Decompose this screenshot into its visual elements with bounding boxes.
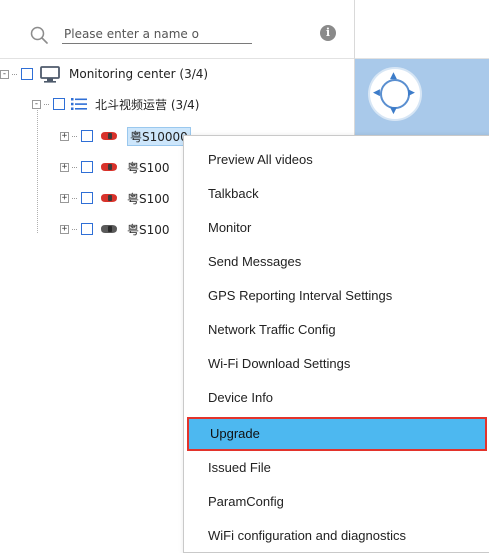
video-area: ▲ ▼ ◀ ▶ [355,59,489,139]
menu-item-wifi-configuration-diagnostics[interactable]: WiFi configuration and diagnostics [184,519,489,553]
ptz-left-arrow-icon[interactable]: ◀ [373,89,380,98]
tree-node-device[interactable]: + 粤S100 [60,187,170,209]
tree-node-device[interactable]: + 粤S10000 [60,125,191,147]
ptz-control-icon[interactable]: ▲ ▼ ◀ ▶ [370,69,420,119]
tree-node-device[interactable]: + 粤S100 [60,156,170,178]
group-checkbox[interactable] [53,98,65,110]
menu-item-upgrade[interactable]: Upgrade [187,417,487,451]
ptz-center-button[interactable] [380,79,410,109]
monitoring-center-checkbox[interactable] [21,68,33,80]
collapse-toggle[interactable]: - [0,69,9,79]
device-label: 粤S100 [127,160,170,175]
ptz-up-arrow-icon[interactable]: ▲ [390,72,397,81]
tree-connector [44,103,49,105]
expand-toggle[interactable]: + [60,193,69,203]
menu-item-issued-file[interactable]: Issued File [184,451,489,485]
menu-item-send-messages[interactable]: Send Messages [184,245,489,279]
expand-toggle[interactable]: + [60,131,69,141]
device-label: 粤S100 [127,191,170,206]
tree-node-monitoring-center[interactable]: - Monitoring center (3/4) [0,63,208,85]
tree-guide-line [37,105,38,233]
device-checkbox[interactable] [81,130,93,142]
monitoring-center-label: Monitoring center (3/4) [69,67,209,81]
ptz-down-arrow-icon[interactable]: ▼ [390,107,397,116]
device-context-menu: Preview All videos Talkback Monitor Send… [183,135,489,553]
tree-connector [72,135,77,137]
menu-item-device-info[interactable]: Device Info [184,381,489,415]
video-panel-header [355,0,489,59]
monitor-icon [40,65,60,83]
info-icon[interactable]: i [320,25,336,41]
menu-item-talkback[interactable]: Talkback [184,177,489,211]
car-red-icon [101,163,117,171]
tree-node-group[interactable]: - 北斗视频运营 (3/4) [32,93,200,115]
group-label: 北斗视频运营 (3/4) [95,97,200,112]
car-gray-icon [101,225,117,233]
menu-item-monitor[interactable]: Monitor [184,211,489,245]
device-checkbox[interactable] [81,192,93,204]
device-label: 粤S10000 [127,126,191,146]
menu-item-network-traffic-config[interactable]: Network Traffic Config [184,313,489,347]
ptz-right-arrow-icon[interactable]: ▶ [408,89,415,98]
tree-connector [72,166,77,168]
tree-connector [12,73,17,75]
expand-toggle[interactable]: + [60,224,69,234]
menu-item-preview-all-videos[interactable]: Preview All videos [184,143,489,177]
search-input[interactable] [62,25,252,44]
search-icon[interactable] [30,26,48,44]
menu-item-param-config[interactable]: ParamConfig [184,485,489,519]
device-checkbox[interactable] [81,161,93,173]
collapse-toggle[interactable]: - [32,99,41,109]
car-red-icon [101,194,117,202]
device-checkbox[interactable] [81,223,93,235]
car-red-icon [101,132,117,140]
list-icon [71,98,87,110]
menu-item-gps-reporting-interval[interactable]: GPS Reporting Interval Settings [184,279,489,313]
expand-toggle[interactable]: + [60,162,69,172]
menu-item-wifi-download-settings[interactable]: Wi-Fi Download Settings [184,347,489,381]
search-bar: i [0,0,354,59]
tree-connector [72,197,77,199]
tree-connector [72,228,77,230]
device-label: 粤S100 [127,222,170,237]
tree-node-device[interactable]: + 粤S100 [60,218,170,240]
